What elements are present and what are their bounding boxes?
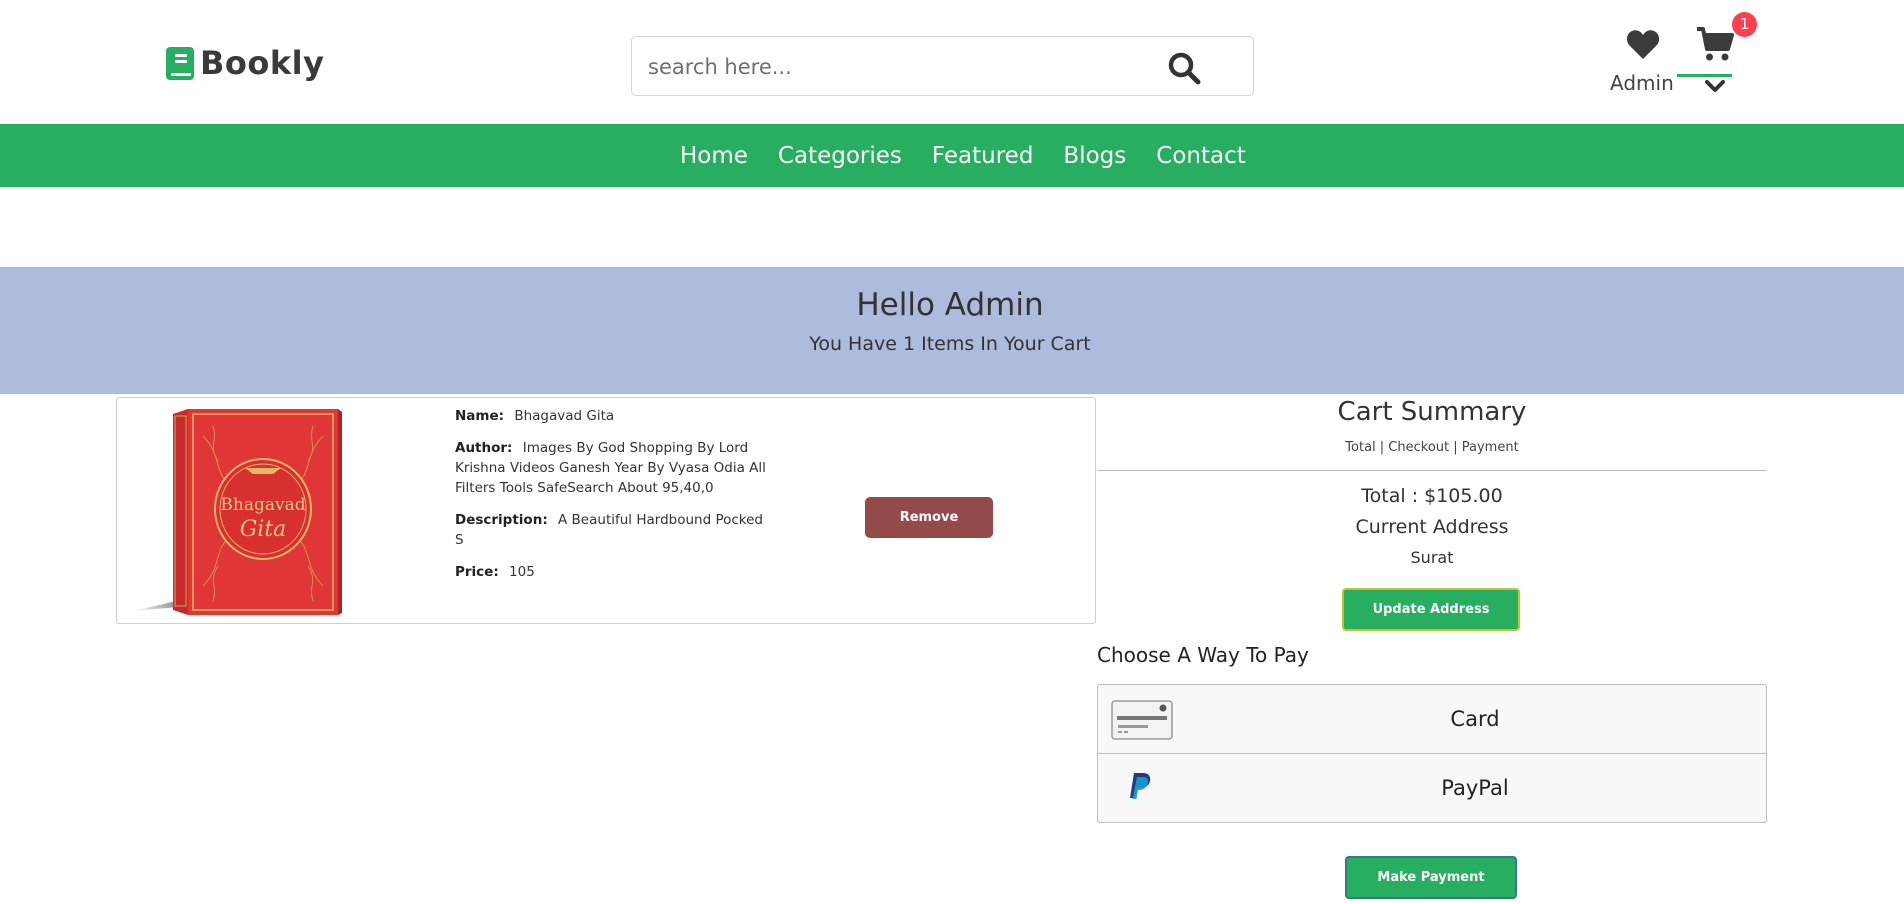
payment-option-card[interactable]: Card <box>1098 685 1766 754</box>
payment-option-paypal[interactable]: PayPal <box>1098 754 1766 822</box>
item-details: Name: Bhagavad Gita Author: Images By Go… <box>455 406 775 594</box>
cart-item-card: Bhagavad Gita Name: Bhagavad Gita Author… <box>116 397 1096 624</box>
nav-links: Home Categories Featured Blogs Contact <box>680 124 1276 187</box>
cart-total: Total : $105.00 <box>1361 485 1503 507</box>
search-bar <box>631 36 1254 96</box>
search-icon[interactable] <box>1167 51 1201 85</box>
cart-count-message: You Have 1 Items In Your Cart <box>809 333 1091 355</box>
heart-icon[interactable] <box>1626 28 1660 60</box>
cart-count-badge: 1 <box>1732 12 1757 37</box>
update-address-button[interactable]: Update Address <box>1342 588 1520 631</box>
greeting-title: Hello Admin <box>856 287 1044 323</box>
header: Bookly 1 Admin <box>0 0 1904 124</box>
book-icon <box>166 46 194 80</box>
summary-title: Cart Summary <box>1337 397 1527 427</box>
paypal-label: PayPal <box>1441 776 1509 800</box>
card-label: Card <box>1450 707 1500 731</box>
nav-blogs[interactable]: Blogs <box>1063 143 1126 169</box>
payment-options: Card PayPal <box>1097 684 1767 823</box>
cart-icon[interactable] <box>1696 26 1734 62</box>
name-label: Name: <box>455 408 505 424</box>
author-label: Author: <box>455 440 513 456</box>
nav-featured[interactable]: Featured <box>932 143 1034 169</box>
item-author-row: Author: Images By God Shopping By Lord K… <box>455 438 775 498</box>
item-price-row: Price: 105 <box>455 562 775 582</box>
make-payment-button[interactable]: Make Payment <box>1345 856 1517 899</box>
user-label[interactable]: Admin <box>1610 71 1674 95</box>
cover-title-line1: Bhagavad <box>220 495 305 515</box>
user-underline <box>1677 74 1732 77</box>
price-label: Price: <box>455 564 499 580</box>
address-heading: Current Address <box>1355 516 1509 538</box>
item-name: Bhagavad Gita <box>514 408 615 424</box>
nav-categories[interactable]: Categories <box>778 143 902 169</box>
item-name-row: Name: Bhagavad Gita <box>455 406 775 426</box>
payment-heading: Choose A Way To Pay <box>1097 643 1309 667</box>
nav-home[interactable]: Home <box>680 143 748 169</box>
logo[interactable]: Bookly <box>166 44 324 82</box>
book-cover-image: Bhagavad Gita <box>133 409 342 615</box>
logo-text: Bookly <box>200 44 325 82</box>
nav-contact[interactable]: Contact <box>1156 143 1245 169</box>
greeting-banner: Hello Admin You Have 1 Items In Your Car… <box>0 267 1904 394</box>
chevron-down-icon[interactable] <box>1704 79 1726 93</box>
cover-title-line2: Gita <box>240 517 287 542</box>
remove-button[interactable]: Remove <box>865 497 993 538</box>
description-label: Description: <box>455 512 548 528</box>
item-description-row: Description: A Beautiful Hardbound Pocke… <box>455 510 775 550</box>
current-address: Surat <box>1410 548 1454 567</box>
divider <box>1097 470 1767 471</box>
summary-steps: Total | Checkout | Payment <box>1345 440 1519 455</box>
search-input[interactable] <box>646 49 1150 85</box>
main-nav: Home Categories Featured Blogs Contact <box>0 124 1904 187</box>
item-price: 105 <box>509 564 535 580</box>
